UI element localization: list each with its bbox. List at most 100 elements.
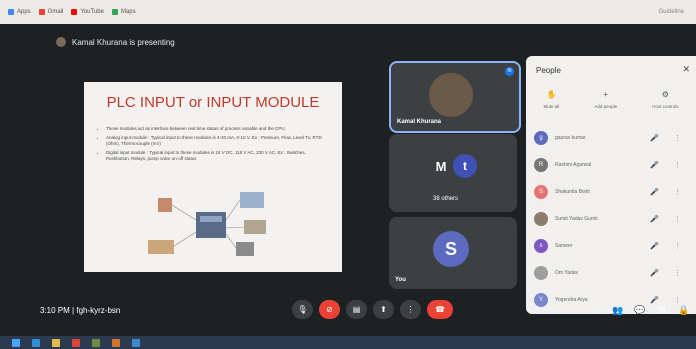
- bookmark-maps[interactable]: Maps: [111, 9, 136, 15]
- mic-icon[interactable]: 🎤: [650, 134, 659, 142]
- presenter-name: Kamal Khurana: [397, 119, 442, 125]
- self-label: You: [395, 277, 406, 283]
- presenter-avatar: [56, 37, 66, 47]
- mic-icon[interactable]: 🎤: [650, 215, 659, 223]
- self-tile[interactable]: S You: [389, 217, 517, 289]
- more-icon[interactable]: ⋮: [674, 269, 681, 277]
- windows-taskbar: [0, 336, 696, 349]
- presenter-tile[interactable]: ≋ Kamal Khurana: [389, 61, 521, 133]
- app-icon[interactable]: [112, 338, 120, 347]
- meeting-controls-bar: 3:10 PM | fgh-kyrz-bsn 🎙 ⊘ ▤ ⬆ ⋮ ☎ ⓘ 👥 💬…: [0, 290, 696, 336]
- participant-row[interactable]: S Shakuntla Bisht 🎤 ⋮: [534, 180, 694, 204]
- people-actions: ✋ Mute all + Add people ⚙ Host controls: [526, 90, 696, 109]
- presenting-text: Kamal Khurana is presenting: [72, 37, 175, 47]
- shared-slide: PLC INPUT or INPUT MODULE These modules …: [84, 82, 342, 272]
- participant-name: gaurav kumar: [555, 135, 586, 141]
- bookmark-youtube[interactable]: YouTube: [71, 9, 104, 15]
- participant-row[interactable]: Sumit Yadav Gumti 🎤 ⋮: [534, 207, 694, 231]
- more-icon[interactable]: ⋮: [674, 188, 681, 196]
- participant-avatar: S: [534, 185, 548, 199]
- participant-name: Rashmi Agarwal: [555, 162, 592, 168]
- captions-icon: ▤: [352, 305, 361, 314]
- participant-name: Shakuntla Bisht: [555, 189, 590, 195]
- chrome-icon[interactable]: [72, 338, 80, 347]
- participant-row[interactable]: R Rashmi Agarwal 🎤 ⋮: [534, 153, 694, 177]
- presenter-photo: [429, 73, 473, 117]
- participant-row[interactable]: g gaurav kumar 🎤 ⋮: [534, 126, 694, 150]
- bookmark-other[interactable]: Guideline: [659, 9, 684, 15]
- side-controls: ⓘ 👥 💬 ⊞ 🔒: [590, 304, 690, 316]
- microphone-button[interactable]: 🎙: [292, 300, 313, 319]
- slide-bullet: Analog input module : Typical input to t…: [106, 135, 331, 148]
- participant-name: Sumit Yadav Gumti: [555, 216, 598, 222]
- avatar-m: M: [429, 154, 453, 178]
- mute-all-button[interactable]: ✋ Mute all: [544, 90, 560, 109]
- participant-avatar: [534, 212, 548, 226]
- more-options-button[interactable]: ⋮: [400, 300, 421, 319]
- participant-row[interactable]: s Sameer 🎤 ⋮: [534, 234, 694, 258]
- mic-icon[interactable]: 🎤: [650, 188, 659, 196]
- participant-avatar: R: [534, 158, 548, 172]
- people-icon[interactable]: 👥: [612, 304, 624, 316]
- camera-off-button[interactable]: ⊘: [319, 300, 340, 319]
- meet-stage: Kamal Khurana is presenting PLC INPUT or…: [0, 24, 696, 336]
- participant-avatar: g: [534, 131, 548, 145]
- bookmarks-bar: Apps Gmail YouTube Maps Guideline: [0, 0, 696, 24]
- others-tile[interactable]: M t 38 others: [389, 134, 517, 212]
- people-title: People: [536, 66, 561, 75]
- camera-off-icon: ⊘: [326, 305, 333, 314]
- more-icon[interactable]: ⋮: [674, 242, 681, 250]
- lock-icon[interactable]: 🔒: [678, 304, 690, 316]
- more-icon[interactable]: ⋮: [674, 215, 681, 223]
- present-icon: ⬆: [380, 305, 387, 314]
- audio-indicator-icon: ≋: [505, 67, 514, 76]
- mic-icon[interactable]: 🎤: [650, 161, 659, 169]
- participant-row[interactable]: Om Yadav 🎤 ⋮: [534, 261, 694, 285]
- mic-icon[interactable]: 🎤: [650, 242, 659, 250]
- host-controls-button[interactable]: ⚙ Host controls: [652, 90, 678, 109]
- mute-icon: ✋: [546, 90, 557, 99]
- maps-icon: [111, 9, 118, 15]
- meeting-time: 3:10 PM: [40, 306, 70, 315]
- folder-icon[interactable]: [52, 338, 60, 347]
- more-vert-icon: ⋮: [406, 305, 415, 314]
- bookmark-gmail[interactable]: Gmail: [38, 9, 63, 15]
- more-icon[interactable]: ⋮: [674, 161, 681, 169]
- bookmark-apps[interactable]: Apps: [8, 9, 31, 15]
- meeting-separator: |: [72, 306, 75, 315]
- captions-button[interactable]: ▤: [346, 300, 367, 319]
- lock-icon: ⚙: [661, 90, 669, 99]
- slide-bullet: Digital input module : Typical input to …: [106, 150, 331, 163]
- avatar-t: t: [453, 154, 477, 178]
- mic-icon[interactable]: 🎤: [650, 269, 659, 277]
- others-count: 38 others: [433, 196, 459, 202]
- close-icon[interactable]: ✕: [682, 64, 690, 75]
- meeting-info: 3:10 PM | fgh-kyrz-bsn: [40, 306, 120, 315]
- leave-call-button[interactable]: ☎: [427, 300, 453, 319]
- gmail-icon: [38, 9, 45, 15]
- app-icon[interactable]: [92, 338, 100, 347]
- app-icon[interactable]: [132, 338, 140, 347]
- slide-bullets: These modules act as interface between r…: [96, 126, 331, 165]
- youtube-icon: [71, 9, 78, 15]
- add-person-icon: +: [603, 90, 609, 99]
- add-people-button[interactable]: + Add people: [594, 90, 617, 109]
- participant-name: Sameer: [555, 243, 573, 249]
- self-avatar: S: [433, 231, 469, 267]
- chat-icon[interactable]: 💬: [634, 304, 646, 316]
- call-controls: 🎙 ⊘ ▤ ⬆ ⋮ ☎: [292, 300, 453, 319]
- participant-name: Om Yadav: [555, 270, 579, 276]
- edge-icon[interactable]: [32, 338, 40, 347]
- info-icon[interactable]: ⓘ: [590, 304, 602, 316]
- meeting-code: fgh-kyrz-bsn: [76, 306, 121, 315]
- people-panel: People ✕ ✋ Mute all + Add people ⚙ Host con…: [526, 56, 696, 314]
- start-icon[interactable]: [12, 338, 20, 347]
- presenting-banner: Kamal Khurana is presenting: [56, 37, 175, 47]
- apps-icon: [8, 9, 14, 15]
- phone-hangup-icon: ☎: [435, 305, 445, 314]
- participant-avatar: s: [534, 239, 548, 253]
- more-icon[interactable]: ⋮: [674, 134, 681, 142]
- plc-diagram-image: [148, 192, 266, 256]
- present-button[interactable]: ⬆: [373, 300, 394, 319]
- activities-icon[interactable]: ⊞: [656, 304, 668, 316]
